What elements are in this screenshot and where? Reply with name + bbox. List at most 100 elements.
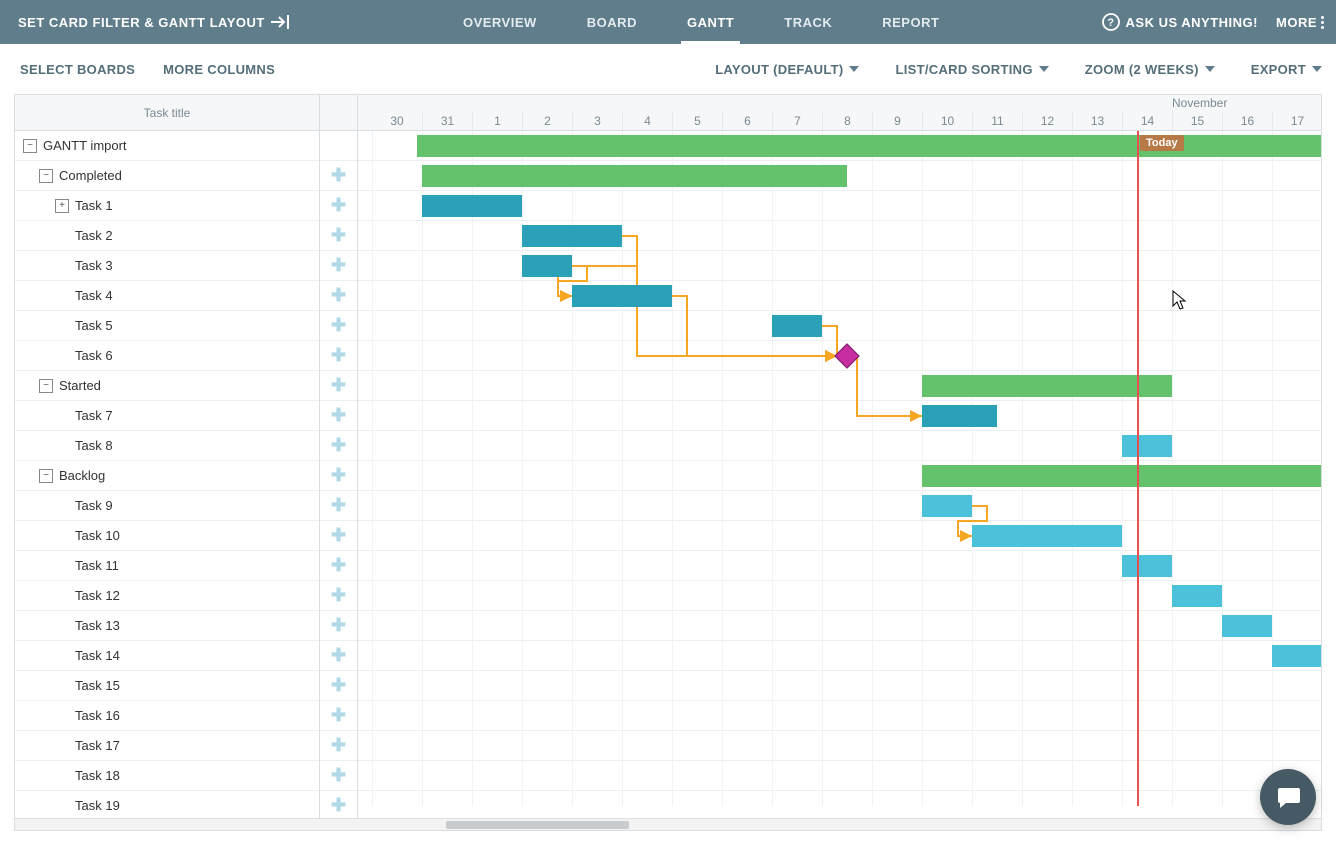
- add-cell: [320, 131, 357, 161]
- toolbar-dd-0[interactable]: LAYOUT (DEFAULT): [715, 62, 859, 77]
- more-menu-button[interactable]: MORE: [1276, 15, 1324, 30]
- set-filter-button[interactable]: SET CARD FILTER & GANTT LAYOUT: [8, 15, 301, 30]
- add-task-icon[interactable]: ✚: [331, 585, 346, 606]
- toolbar-select-boards[interactable]: SELECT BOARDS: [20, 62, 135, 77]
- add-cell: ✚: [320, 611, 357, 641]
- toolbar-dd-1[interactable]: LIST/CARD SORTING: [895, 62, 1048, 77]
- nav-tab-track[interactable]: TRACK: [784, 0, 832, 44]
- gantt-chart[interactable]: Today: [358, 131, 1321, 818]
- task-row[interactable]: +Task 1: [15, 191, 319, 221]
- add-task-icon[interactable]: ✚: [331, 465, 346, 486]
- gantt-task-bar[interactable]: [522, 255, 572, 277]
- task-row[interactable]: Task 16: [15, 701, 319, 731]
- task-row[interactable]: Task 17: [15, 731, 319, 761]
- add-task-icon[interactable]: ✚: [331, 615, 346, 636]
- gantt-task-bar[interactable]: [922, 495, 972, 517]
- task-row[interactable]: Task 12: [15, 581, 319, 611]
- task-label: Task 11: [75, 558, 119, 573]
- gantt-task-bar[interactable]: [522, 225, 622, 247]
- add-task-icon[interactable]: ✚: [331, 675, 346, 696]
- add-task-icon[interactable]: ✚: [331, 765, 346, 786]
- gantt-task-bar[interactable]: [972, 525, 1122, 547]
- task-row[interactable]: Task 5: [15, 311, 319, 341]
- task-row[interactable]: Task 14: [15, 641, 319, 671]
- task-row[interactable]: Task 13: [15, 611, 319, 641]
- gantt-task-bar[interactable]: [1122, 435, 1172, 457]
- gantt-group-bar[interactable]: [422, 165, 847, 187]
- add-task-icon[interactable]: ✚: [331, 795, 346, 816]
- chat-widget-button[interactable]: [1260, 769, 1316, 825]
- toolbar-dd-2[interactable]: ZOOM (2 WEEKS): [1085, 62, 1215, 77]
- task-row[interactable]: Task 9: [15, 491, 319, 521]
- task-row[interactable]: Task 4: [15, 281, 319, 311]
- gantt-task-bar[interactable]: [1122, 555, 1172, 577]
- scrollbar-thumb[interactable]: [446, 821, 629, 829]
- chart-row: [358, 671, 1321, 701]
- gantt-group-bar[interactable]: [922, 465, 1321, 487]
- task-label: Task 16: [75, 708, 120, 723]
- day-header-cell: 7: [772, 111, 822, 130]
- add-cell: ✚: [320, 461, 357, 491]
- task-row[interactable]: −Completed: [15, 161, 319, 191]
- task-row[interactable]: Task 11: [15, 551, 319, 581]
- task-row[interactable]: −Backlog: [15, 461, 319, 491]
- collapse-icon[interactable]: −: [39, 379, 53, 393]
- task-row[interactable]: Task 19: [15, 791, 319, 818]
- task-row[interactable]: Task 18: [15, 761, 319, 791]
- add-task-icon[interactable]: ✚: [331, 555, 346, 576]
- add-task-icon[interactable]: ✚: [331, 195, 346, 216]
- add-cell: ✚: [320, 281, 357, 311]
- day-header-cell: 17: [1272, 111, 1322, 130]
- task-row[interactable]: Task 10: [15, 521, 319, 551]
- task-row[interactable]: Task 15: [15, 671, 319, 701]
- add-task-icon[interactable]: ✚: [331, 495, 346, 516]
- add-task-icon[interactable]: ✚: [331, 405, 346, 426]
- add-task-icon[interactable]: ✚: [331, 435, 346, 456]
- task-row[interactable]: Task 2: [15, 221, 319, 251]
- gantt-task-bar[interactable]: [772, 315, 822, 337]
- task-row[interactable]: Task 7: [15, 401, 319, 431]
- day-header-cell: 12: [1022, 111, 1072, 130]
- toolbar-more-columns[interactable]: MORE COLUMNS: [163, 62, 275, 77]
- gantt-task-bar[interactable]: [422, 195, 522, 217]
- gantt-task-bar[interactable]: [1272, 645, 1321, 667]
- add-task-icon[interactable]: ✚: [331, 705, 346, 726]
- nav-tab-gantt[interactable]: GANTT: [687, 0, 734, 44]
- ask-us-button[interactable]: ? ASK US ANYTHING!: [1102, 13, 1258, 31]
- day-header-cell: 30: [372, 111, 422, 130]
- task-list: −GANTT import−Completed+Task 1Task 2Task…: [15, 131, 320, 818]
- task-row[interactable]: Task 3: [15, 251, 319, 281]
- collapse-icon[interactable]: −: [23, 139, 37, 153]
- nav-tab-board[interactable]: BOARD: [587, 0, 637, 44]
- add-task-icon[interactable]: ✚: [331, 225, 346, 246]
- gantt-group-bar[interactable]: [922, 375, 1172, 397]
- gantt-group-bar[interactable]: [417, 135, 1321, 157]
- add-task-icon[interactable]: ✚: [331, 735, 346, 756]
- add-task-icon[interactable]: ✚: [331, 285, 346, 306]
- add-task-icon[interactable]: ✚: [331, 345, 346, 366]
- collapse-icon[interactable]: −: [39, 169, 53, 183]
- gantt-task-bar[interactable]: [1222, 615, 1272, 637]
- task-label: Task 17: [75, 738, 120, 753]
- top-nav: SET CARD FILTER & GANTT LAYOUT OVERVIEW B…: [0, 0, 1336, 44]
- collapse-icon[interactable]: −: [39, 469, 53, 483]
- toolbar-dd-3[interactable]: EXPORT: [1251, 62, 1322, 77]
- add-task-icon[interactable]: ✚: [331, 255, 346, 276]
- nav-tab-report[interactable]: REPORT: [882, 0, 939, 44]
- day-header-cell: 15: [1172, 111, 1222, 130]
- add-task-icon[interactable]: ✚: [331, 645, 346, 666]
- add-task-icon[interactable]: ✚: [331, 375, 346, 396]
- gantt-task-bar[interactable]: [1172, 585, 1222, 607]
- task-row[interactable]: Task 8: [15, 431, 319, 461]
- gantt-task-bar[interactable]: [572, 285, 672, 307]
- add-task-icon[interactable]: ✚: [331, 525, 346, 546]
- add-task-icon[interactable]: ✚: [331, 165, 346, 186]
- add-task-icon[interactable]: ✚: [331, 315, 346, 336]
- task-row[interactable]: Task 6: [15, 341, 319, 371]
- task-row[interactable]: −GANTT import: [15, 131, 319, 161]
- expand-icon[interactable]: +: [55, 199, 69, 213]
- gantt-task-bar[interactable]: [922, 405, 997, 427]
- nav-tab-overview[interactable]: OVERVIEW: [463, 0, 537, 44]
- task-row[interactable]: −Started: [15, 371, 319, 401]
- horizontal-scrollbar[interactable]: [15, 818, 1321, 830]
